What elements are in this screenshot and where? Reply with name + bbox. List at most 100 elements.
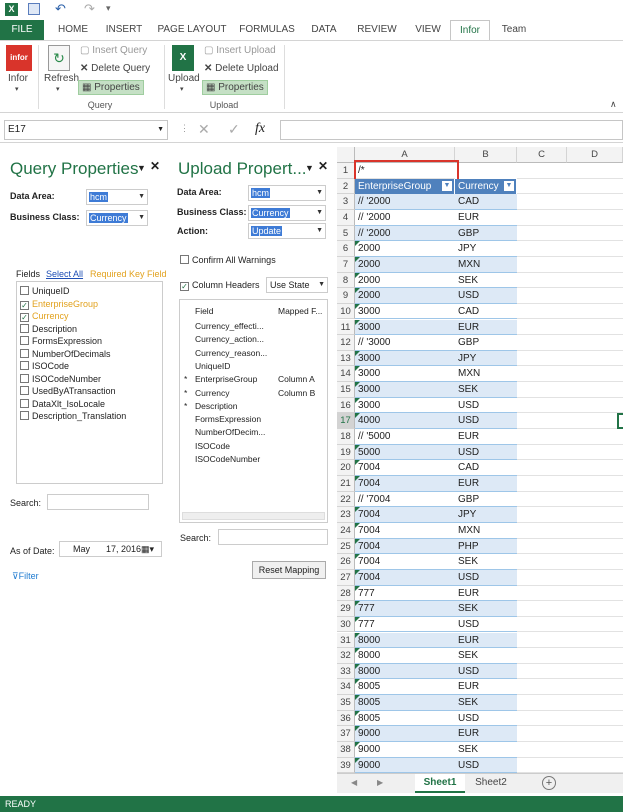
checkbox-checked-icon[interactable]: ✓ — [20, 313, 29, 322]
upload-field-name[interactable]: NumberOfDecim... — [195, 427, 265, 437]
filter-link[interactable]: ⊽Filter — [12, 571, 39, 582]
empty-cells[interactable] — [517, 445, 623, 461]
chevron-down-icon[interactable]: ▾ — [15, 85, 19, 93]
checkbox-icon[interactable] — [20, 411, 29, 420]
cell-currency[interactable]: PHP — [455, 538, 517, 555]
row-header[interactable]: 13 — [337, 350, 355, 367]
cell-currency[interactable]: CAD — [455, 460, 517, 476]
field-item[interactable]: Description_Translation — [20, 411, 126, 421]
column-headers-checkbox[interactable]: ✓ Column Headers — [180, 280, 260, 291]
cell-currency[interactable]: SEK — [455, 272, 517, 289]
insert-function-icon[interactable]: fx — [255, 121, 265, 137]
cell-currency[interactable]: GBP — [455, 335, 517, 351]
empty-cells[interactable] — [517, 241, 623, 257]
row-header[interactable]: 7 — [337, 256, 355, 273]
cell-currency[interactable]: MXN — [455, 366, 517, 383]
horizontal-scrollbar[interactable] — [182, 512, 325, 520]
tab-home[interactable]: HOME — [48, 20, 98, 40]
upload-field-name[interactable]: Currency — [195, 388, 229, 398]
filter-dropdown-icon[interactable]: ▼ — [442, 180, 452, 191]
checkbox-icon[interactable] — [20, 286, 29, 295]
cell-currency[interactable]: USD — [455, 569, 517, 586]
cell-enterprise-group[interactable]: 777 — [355, 601, 455, 617]
formula-bar-grip-icon[interactable]: ⋮ — [180, 123, 189, 134]
cell-enterprise-group[interactable]: 8005 — [355, 710, 455, 727]
empty-cells[interactable] — [517, 679, 623, 696]
cell-enterprise-group[interactable]: 3000 — [355, 382, 455, 398]
row-header[interactable]: 25 — [337, 538, 355, 555]
business-class-dropdown[interactable]: Currency ▼ — [86, 210, 148, 226]
cell-enterprise-group[interactable]: 8005 — [355, 695, 455, 711]
empty-cells[interactable] — [517, 695, 623, 711]
row-header[interactable]: 20 — [337, 460, 355, 476]
chevron-down-icon[interactable]: ▼ — [305, 163, 314, 173]
use-state-dropdown[interactable]: Use State ▼ — [266, 277, 328, 293]
cell-currency[interactable]: MXN — [455, 522, 517, 539]
cell-enterprise-group[interactable]: 7004 — [355, 476, 455, 492]
row-header[interactable]: 17 — [337, 413, 355, 430]
row-header[interactable]: 35 — [337, 695, 355, 711]
tab-team[interactable]: Team — [494, 20, 534, 40]
cell-currency[interactable]: GBP — [455, 225, 517, 242]
cancel-icon[interactable]: ✕ — [198, 121, 210, 138]
tab-review[interactable]: REVIEW — [350, 20, 404, 40]
checkbox-icon[interactable] — [20, 336, 29, 345]
empty-cells[interactable] — [517, 366, 623, 383]
cell-currency[interactable]: EUR — [455, 319, 517, 336]
field-item[interactable]: ISOCode — [20, 361, 69, 371]
checkbox-icon[interactable] — [20, 398, 29, 408]
cell-currency[interactable]: EUR — [455, 726, 517, 743]
cell-enterprise-group[interactable]: 2000 — [355, 288, 455, 304]
formula-input[interactable] — [280, 120, 623, 140]
row-header[interactable]: 28 — [337, 585, 355, 602]
cell-enterprise-group[interactable]: 7004 — [355, 538, 455, 555]
cell-currency[interactable]: EUR — [455, 632, 517, 649]
empty-cells[interactable] — [517, 163, 623, 179]
empty-cells[interactable] — [517, 633, 623, 649]
cell-currency[interactable]: USD — [455, 397, 517, 414]
upload-field-name[interactable]: UniqueID — [195, 361, 230, 371]
cell-currency[interactable]: EUR — [455, 679, 517, 696]
row-header[interactable]: 21 — [337, 476, 355, 492]
cell-enterprise-group[interactable]: 3000 — [355, 350, 455, 367]
customize-qat-icon[interactable]: ▾ — [106, 3, 111, 14]
cell-currency[interactable]: SEK — [455, 695, 517, 711]
enter-icon[interactable]: ✓ — [228, 121, 240, 138]
search-input[interactable] — [47, 494, 149, 510]
empty-cells[interactable] — [517, 398, 623, 414]
business-class-dropdown[interactable]: Currency ▼ — [248, 205, 326, 221]
field-item[interactable]: UniqueID — [20, 286, 70, 296]
checkbox-icon[interactable] — [20, 373, 29, 383]
upload-icon[interactable]: X — [172, 45, 194, 71]
checkbox-icon[interactable] — [20, 361, 29, 370]
cell-enterprise-group[interactable]: 7004 — [355, 569, 455, 586]
cell-enterprise-group[interactable]: 777 — [355, 616, 455, 633]
select-all-corner[interactable] — [337, 147, 355, 163]
field-item[interactable]: NumberOfDecimals — [20, 348, 111, 359]
row-header[interactable]: 34 — [337, 679, 355, 696]
cell-currency[interactable]: EUR — [455, 585, 517, 602]
row-header[interactable]: 4 — [337, 209, 355, 226]
row-header[interactable]: 33 — [337, 663, 355, 680]
empty-cells[interactable] — [517, 758, 623, 773]
cell-enterprise-group[interactable]: 3000 — [355, 397, 455, 414]
row-header[interactable]: 11 — [337, 319, 355, 336]
row-header[interactable]: 9 — [337, 288, 355, 304]
cell-enterprise-group[interactable]: 7004 — [355, 522, 455, 539]
cell-currency[interactable]: JPY — [455, 350, 517, 367]
cell-currency[interactable]: USD — [455, 444, 517, 461]
checkbox-checked-icon[interactable]: ✓ — [20, 300, 29, 310]
delete-upload-button[interactable]: ✕ Delete Upload — [204, 63, 279, 74]
empty-cells[interactable] — [517, 382, 623, 398]
row-header[interactable]: 12 — [337, 335, 355, 351]
collapse-ribbon-icon[interactable]: ∧ — [610, 99, 617, 110]
active-cell-e17[interactable] — [617, 413, 623, 430]
empty-cells[interactable] — [517, 226, 623, 242]
empty-cells[interactable] — [517, 320, 623, 336]
redo-icon[interactable]: ↷ — [84, 1, 95, 17]
cell-enterprise-group[interactable]: 3000 — [355, 366, 455, 383]
upload-field-name[interactable]: Currency_action... — [195, 334, 264, 344]
spreadsheet-grid[interactable]: A B C D 1/* 2 EnterpriseGroup ▼ Currency ▼ 3//… — [337, 147, 623, 773]
empty-cells[interactable] — [517, 210, 623, 226]
tab-insert[interactable]: INSERT — [100, 20, 148, 40]
